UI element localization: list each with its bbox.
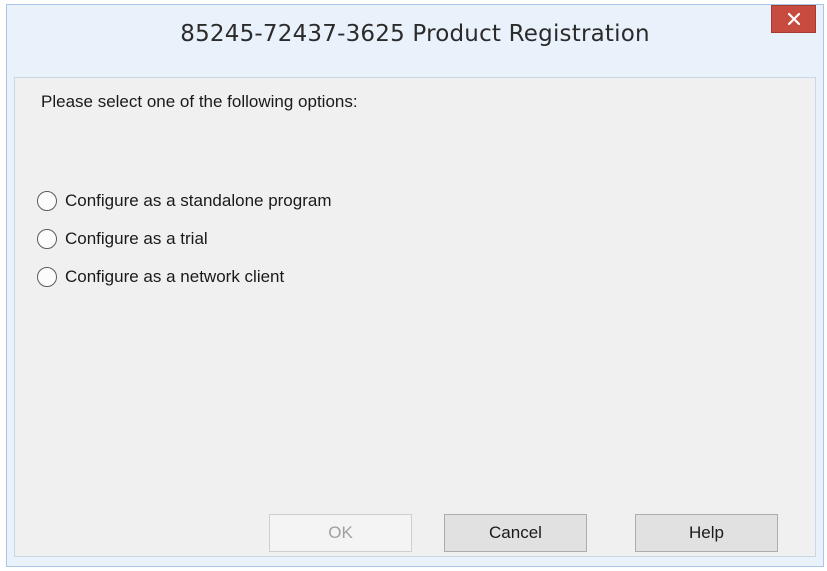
- radio-button[interactable]: [37, 267, 57, 287]
- option-network-client[interactable]: Configure as a network client: [37, 267, 284, 287]
- close-button[interactable]: [771, 5, 816, 33]
- radio-button[interactable]: [37, 229, 57, 249]
- ok-button[interactable]: OK: [269, 514, 412, 552]
- dialog-body: Please select one of the following optio…: [14, 77, 816, 557]
- window-title: 85245-72437-3625 Product Registration: [180, 21, 650, 47]
- help-button[interactable]: Help: [635, 514, 778, 552]
- instruction-text: Please select one of the following optio…: [41, 92, 358, 111]
- option-label: Configure as a standalone program: [65, 191, 332, 210]
- cancel-button[interactable]: Cancel: [444, 514, 587, 552]
- option-label: Configure as a network client: [65, 267, 285, 286]
- close-icon: [787, 13, 800, 25]
- option-standalone[interactable]: Configure as a standalone program: [37, 191, 332, 211]
- title-bar: 85245-72437-3625 Product Registration: [7, 5, 823, 72]
- option-label: Configure as a trial: [65, 229, 208, 248]
- option-trial[interactable]: Configure as a trial: [37, 229, 208, 249]
- radio-button[interactable]: [37, 191, 57, 211]
- registration-dialog: 85245-72437-3625 Product Registration Pl…: [6, 4, 824, 567]
